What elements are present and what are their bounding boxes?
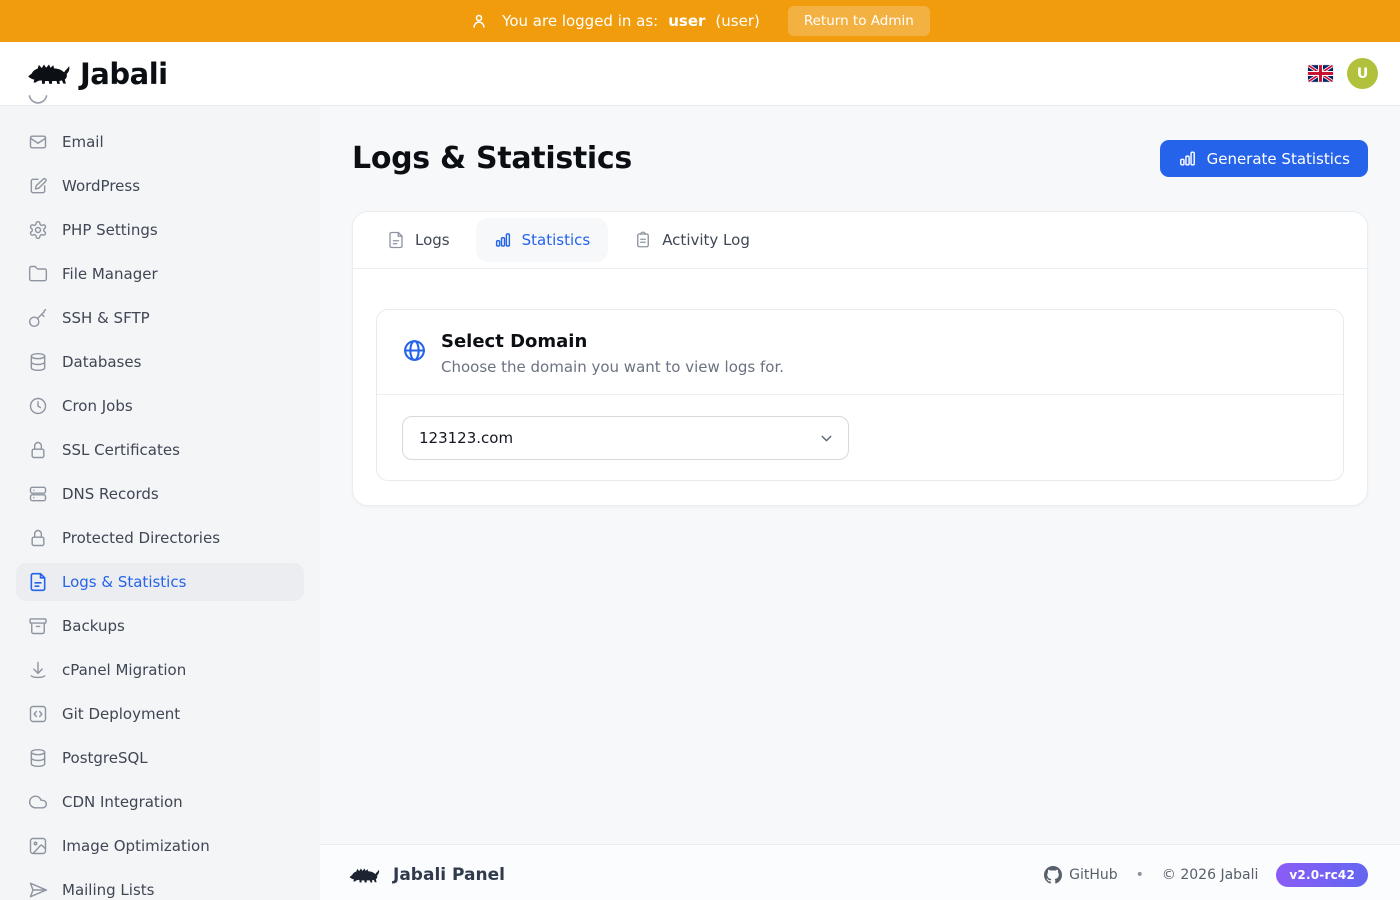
globe-icon <box>402 338 427 376</box>
impersonation-bar: You are logged in as: user (user) Return… <box>0 0 1400 42</box>
boar-logo-icon <box>348 864 381 886</box>
sidebar-item-git-deployment[interactable]: Git Deployment <box>16 695 304 733</box>
lock-icon <box>28 528 48 548</box>
github-icon <box>1044 866 1062 884</box>
sidebar-item-label: Logs & Statistics <box>62 573 186 591</box>
mail-icon <box>28 132 48 152</box>
sidebar-item-wordpress[interactable]: WordPress <box>16 167 304 205</box>
sidebar-item-mailing-lists[interactable]: Mailing Lists <box>16 871 304 900</box>
sidebar-item-file-manager[interactable]: File Manager <box>16 255 304 293</box>
edit-icon <box>28 176 48 196</box>
lock-icon <box>28 440 48 460</box>
sidebar-item-protected-directories[interactable]: Protected Directories <box>16 519 304 557</box>
logs-card: Logs Statistics Activity Log <box>352 211 1368 506</box>
select-domain-card: Select Domain Choose the domain you want… <box>376 309 1344 481</box>
sidebar-item-label: Cron Jobs <box>62 397 133 415</box>
tab-logs[interactable]: Logs <box>369 218 468 262</box>
sidebar-item-label: File Manager <box>62 265 158 283</box>
brand-name: Jabali <box>80 57 168 91</box>
sidebar-item-label: Email <box>62 133 104 151</box>
sidebar-item-label: Protected Directories <box>62 529 220 547</box>
sidebar-item-label: WordPress <box>62 177 140 195</box>
chevron-down-icon <box>818 430 835 447</box>
sidebar-item-logs-statistics[interactable]: Logs & Statistics <box>16 563 304 601</box>
sidebar-item-label: Image Optimization <box>62 837 210 855</box>
clock-icon <box>28 396 48 416</box>
sidebar-item-label: Databases <box>62 353 141 371</box>
file-text-icon <box>28 572 48 592</box>
sidebar-item-ssl-certificates[interactable]: SSL Certificates <box>16 431 304 469</box>
page-title: Logs & Statistics <box>352 141 632 176</box>
download-icon <box>28 660 48 680</box>
tab-bar: Logs Statistics Activity Log <box>353 212 1367 269</box>
sidebar-item-label: Git Deployment <box>62 705 180 723</box>
send-icon <box>28 880 48 900</box>
sidebar-item-cron-jobs[interactable]: Cron Jobs <box>16 387 304 425</box>
logged-in-username: user <box>668 12 705 30</box>
sidebar-item-image-optimization[interactable]: Image Optimization <box>16 827 304 865</box>
footer: Jabali Panel GitHub • © 2026 Jabali v2.0… <box>320 844 1400 900</box>
sidebar-item-cpanel-migration[interactable]: cPanel Migration <box>16 651 304 689</box>
gear-icon <box>28 220 48 240</box>
user-icon <box>470 12 488 30</box>
sidebar-item-cdn-integration[interactable]: CDN Integration <box>16 783 304 821</box>
cloud-icon <box>28 792 48 812</box>
domain-select-value: 123123.com <box>419 429 513 447</box>
version-badge: v2.0-rc42 <box>1276 863 1368 887</box>
archive-icon <box>28 616 48 636</box>
generate-statistics-button[interactable]: Generate Statistics <box>1160 140 1368 177</box>
domain-select[interactable]: 123123.com <box>402 416 849 460</box>
select-domain-description: Choose the domain you want to view logs … <box>441 358 784 376</box>
sidebar-item-label: cPanel Migration <box>62 661 186 679</box>
sidebar-item-label: Backups <box>62 617 125 635</box>
key-icon <box>28 308 48 328</box>
clipped-sidebar-item-icon <box>28 95 48 108</box>
tab-activity-log[interactable]: Activity Log <box>616 218 768 262</box>
boar-logo-icon <box>26 58 72 89</box>
sidebar-item-label: PostgreSQL <box>62 749 148 767</box>
sidebar-item-dns-records[interactable]: DNS Records <box>16 475 304 513</box>
image-icon <box>28 836 48 856</box>
brand[interactable]: Jabali <box>26 57 168 91</box>
sidebar-item-label: CDN Integration <box>62 793 183 811</box>
clipboard-icon <box>634 231 652 249</box>
code-icon <box>28 704 48 724</box>
avatar[interactable]: U <box>1347 58 1378 89</box>
sidebar-item-databases[interactable]: Databases <box>16 343 304 381</box>
uk-flag-icon[interactable] <box>1308 65 1333 82</box>
sidebar-item-label: PHP Settings <box>62 221 158 239</box>
tab-statistics[interactable]: Statistics <box>476 218 609 262</box>
sidebar-item-ssh-sftp[interactable]: SSH & SFTP <box>16 299 304 337</box>
sidebar-item-postgresql[interactable]: PostgreSQL <box>16 739 304 777</box>
github-link[interactable]: GitHub <box>1044 866 1118 884</box>
copyright-text: © 2026 Jabali <box>1162 867 1258 883</box>
bar-chart-icon <box>494 231 512 249</box>
sidebar-item-backups[interactable]: Backups <box>16 607 304 645</box>
server-icon <box>28 484 48 504</box>
select-domain-title: Select Domain <box>441 331 784 352</box>
sidebar-item-email[interactable]: Email <box>16 123 304 161</box>
footer-brand: Jabali Panel <box>393 865 505 885</box>
app-header: Jabali U <box>0 42 1400 106</box>
sidebar-item-label: SSH & SFTP <box>62 309 150 327</box>
database-icon <box>28 352 48 372</box>
separator-dot: • <box>1136 867 1144 883</box>
sidebar-item-php-settings[interactable]: PHP Settings <box>16 211 304 249</box>
sidebar: Email WordPress PHP Settings File Manage… <box>0 106 320 900</box>
logged-in-text: You are logged in as: <box>502 12 658 30</box>
bar-chart-icon <box>1178 149 1197 168</box>
sidebar-item-label: SSL Certificates <box>62 441 180 459</box>
file-text-icon <box>387 231 405 249</box>
logged-in-role: (user) <box>715 12 759 30</box>
folder-icon <box>28 264 48 284</box>
return-to-admin-button[interactable]: Return to Admin <box>788 6 930 36</box>
sidebar-item-label: DNS Records <box>62 485 159 503</box>
sidebar-item-label: Mailing Lists <box>62 881 154 899</box>
database-icon <box>28 748 48 768</box>
